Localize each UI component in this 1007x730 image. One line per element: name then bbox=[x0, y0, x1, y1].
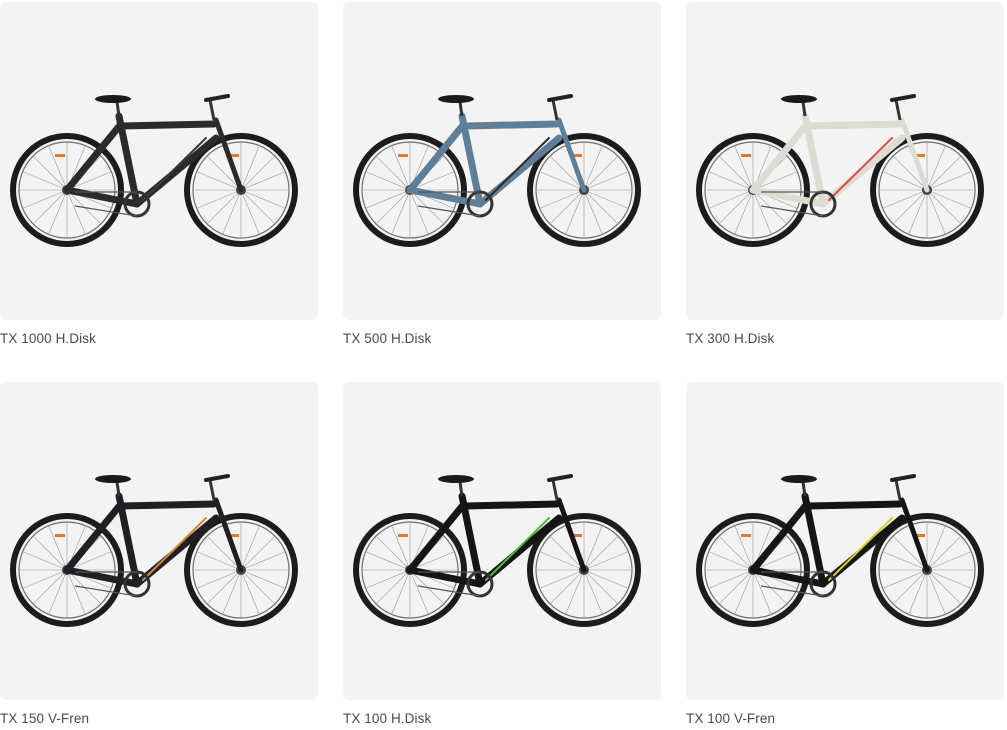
product-card[interactable]: TX 300 H.Disk bbox=[686, 2, 1004, 346]
product-name[interactable]: TX 100 V-Fren bbox=[686, 711, 1004, 726]
bicycle-image bbox=[696, 94, 984, 247]
product-image[interactable] bbox=[343, 2, 661, 320]
product-image[interactable] bbox=[343, 382, 661, 700]
product-name[interactable]: TX 300 H.Disk bbox=[686, 331, 1004, 346]
product-image[interactable] bbox=[0, 382, 318, 700]
product-grid: TX 1000 H.Disk TX 500 H.Disk TX 300 H.Di… bbox=[0, 0, 1007, 730]
bicycle-image bbox=[10, 474, 298, 627]
product-image[interactable] bbox=[686, 2, 1004, 320]
product-card[interactable]: TX 100 V-Fren bbox=[686, 382, 1004, 726]
product-name[interactable]: TX 100 H.Disk bbox=[343, 711, 661, 726]
bicycle-image bbox=[353, 474, 641, 627]
product-image[interactable] bbox=[0, 2, 318, 320]
product-image[interactable] bbox=[686, 382, 1004, 700]
product-card[interactable]: TX 150 V-Fren bbox=[0, 382, 318, 726]
product-card[interactable]: TX 100 H.Disk bbox=[343, 382, 661, 726]
product-name[interactable]: TX 150 V-Fren bbox=[0, 711, 318, 726]
product-card[interactable]: TX 1000 H.Disk bbox=[0, 2, 318, 346]
bicycle-image bbox=[696, 474, 984, 627]
product-card[interactable]: TX 500 H.Disk bbox=[343, 2, 661, 346]
bicycle-image bbox=[10, 94, 298, 247]
product-name[interactable]: TX 1000 H.Disk bbox=[0, 331, 318, 346]
bicycle-image bbox=[353, 94, 641, 247]
product-name[interactable]: TX 500 H.Disk bbox=[343, 331, 661, 346]
